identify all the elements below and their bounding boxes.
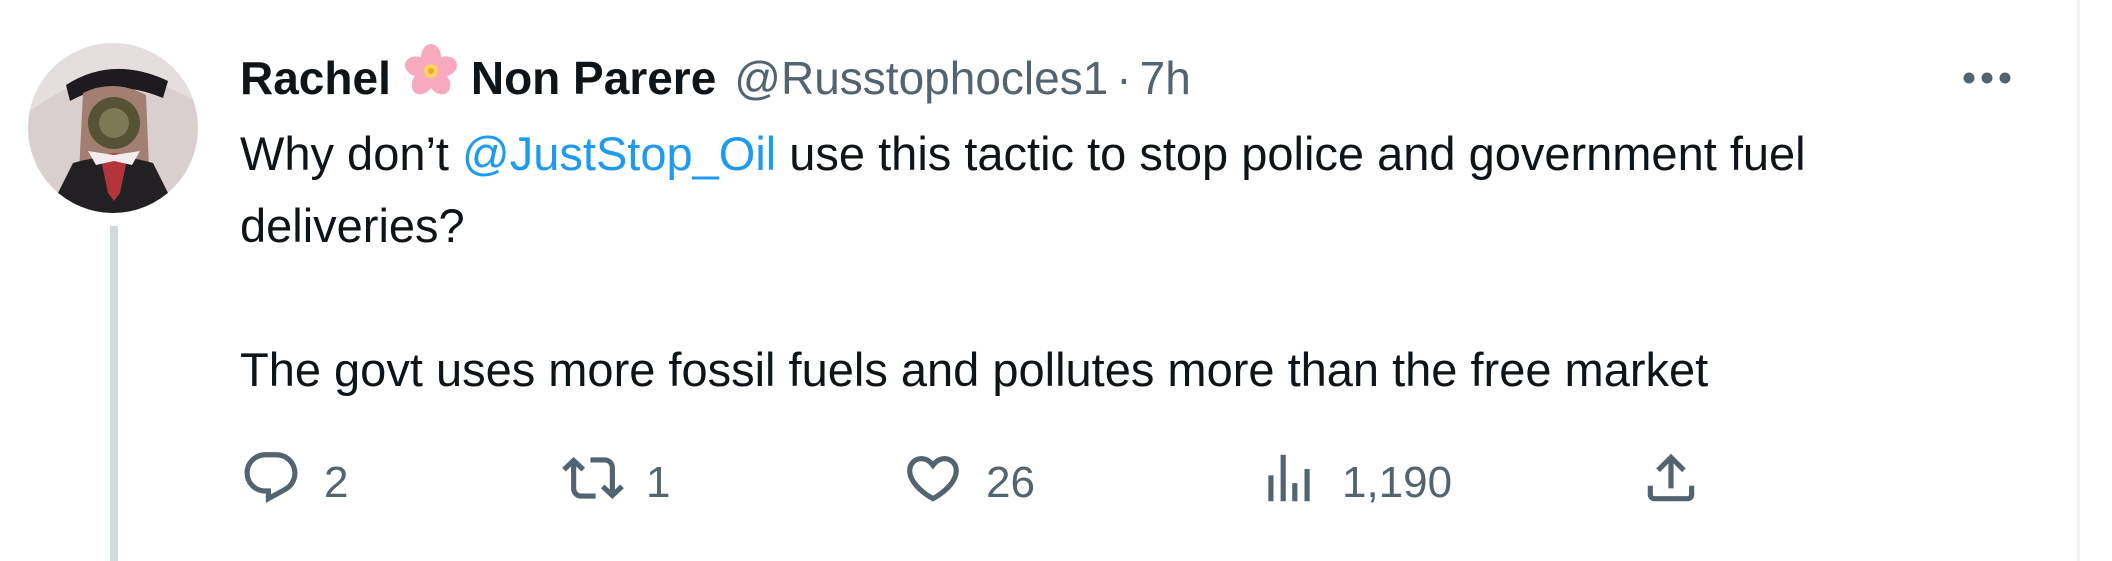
reply-count: 2 xyxy=(324,458,349,507)
tweet-text-prefix: Why don’t xyxy=(240,127,463,180)
column-border xyxy=(2077,0,2080,561)
display-name-first[interactable]: Rachel xyxy=(240,48,391,108)
retweet-button[interactable]: 1 xyxy=(562,448,670,518)
tweet-paragraph-1: Why don’t @JustStop_Oil use this tactic … xyxy=(240,118,1980,262)
views-count: 1,190 xyxy=(1342,458,1453,507)
display-name-last[interactable]: Non Parere xyxy=(471,48,716,108)
share-icon xyxy=(1640,447,1702,520)
header-separator: · xyxy=(1116,52,1132,104)
like-count: 26 xyxy=(986,458,1035,507)
like-button[interactable]: 26 xyxy=(902,448,1035,518)
reply-icon xyxy=(240,447,302,520)
like-icon xyxy=(902,447,964,520)
avatar-image xyxy=(28,43,198,213)
tweet-text: Why don’t @JustStop_Oil use this tactic … xyxy=(240,118,1980,406)
cherry-blossom-icon xyxy=(403,43,459,113)
author-handle[interactable]: @Russtophocles1 xyxy=(734,48,1108,108)
share-button[interactable] xyxy=(1640,448,1702,518)
tweet[interactable]: Rachel Non Parere @Russtophocles1 · 7h W… xyxy=(0,0,2077,561)
reply-button[interactable]: 2 xyxy=(240,448,348,518)
more-icon[interactable] xyxy=(1955,52,2019,104)
tweet-header: Rachel Non Parere @Russtophocles1 · 7h xyxy=(240,44,1191,108)
tweet-paragraph-2: The govt uses more fossil fuels and poll… xyxy=(240,343,1709,396)
avatar[interactable] xyxy=(28,43,198,213)
tweet-timestamp[interactable]: 7h xyxy=(1140,48,1191,108)
tweet-actions: 2 1 26 1,190 xyxy=(240,448,1760,518)
retweet-icon xyxy=(562,447,624,520)
retweet-count: 1 xyxy=(646,458,671,507)
views-icon xyxy=(1258,447,1320,520)
mention-link[interactable]: @JustStop_Oil xyxy=(462,127,776,180)
thread-line xyxy=(110,226,118,561)
views-button[interactable]: 1,190 xyxy=(1258,448,1452,518)
